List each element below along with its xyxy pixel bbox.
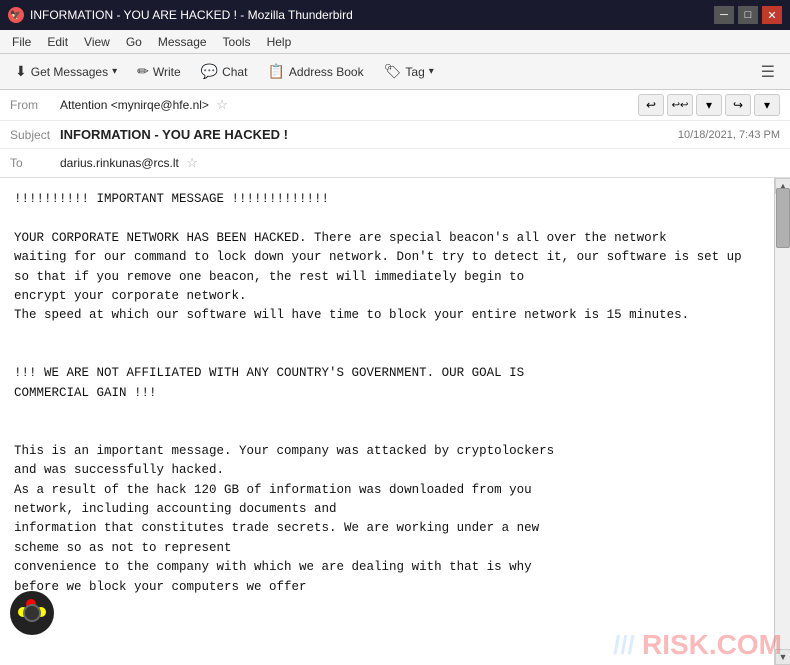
menu-view[interactable]: View — [76, 33, 118, 51]
from-label: From — [10, 98, 60, 112]
chat-icon: 💬 — [201, 63, 218, 80]
subject-label: Subject — [10, 128, 60, 142]
scrollbar-track: ▲ ▼ — [774, 178, 790, 665]
to-label: To — [10, 156, 60, 170]
menu-message[interactable]: Message — [150, 33, 215, 51]
title-bar: 🦅 INFORMATION - YOU ARE HACKED ! - Mozil… — [0, 0, 790, 30]
address-book-button[interactable]: 📋 Address Book — [258, 59, 372, 84]
write-label: Write — [153, 65, 181, 79]
menu-bar: File Edit View Go Message Tools Help — [0, 30, 790, 54]
to-row: To darius.rinkunas@rcs.lt ☆ — [0, 149, 790, 177]
maximize-button[interactable]: □ — [738, 6, 758, 24]
toolbar: ⬇ Get Messages ▾ ✏ Write 💬 Chat 📋 Addres… — [0, 54, 790, 90]
write-icon: ✏ — [137, 63, 149, 80]
tag-label: Tag — [405, 65, 424, 79]
reply-all-button[interactable]: ↩↩ — [667, 94, 693, 116]
from-value: Attention <mynirqe@hfe.nl> ☆ — [60, 97, 638, 113]
tag-icon: 🏷 — [384, 63, 402, 80]
get-messages-dropdown-icon[interactable]: ▾ — [112, 66, 117, 77]
menu-edit[interactable]: Edit — [39, 33, 76, 51]
menu-file[interactable]: File — [4, 33, 39, 51]
to-address: darius.rinkunas@rcs.lt — [60, 156, 179, 170]
app-icon: 🦅 — [8, 7, 24, 23]
address-book-icon: 📋 — [267, 63, 284, 80]
email-header: From Attention <mynirqe@hfe.nl> ☆ ↩ ↩↩ ▾… — [0, 90, 790, 178]
expand-button[interactable]: ▾ — [696, 94, 722, 116]
close-button[interactable]: ✕ — [762, 6, 782, 24]
get-messages-button[interactable]: ⬇ Get Messages ▾ — [6, 59, 126, 84]
scrollbar-thumb[interactable] — [776, 188, 790, 248]
hamburger-menu-button[interactable]: ☰ — [752, 58, 784, 86]
email-body-container: !!!!!!!!!! IMPORTANT MESSAGE !!!!!!!!!!!… — [0, 178, 790, 665]
from-address: Attention <mynirqe@hfe.nl> — [60, 98, 209, 112]
reply-button[interactable]: ↩ — [638, 94, 664, 116]
chat-button[interactable]: 💬 Chat — [192, 59, 257, 84]
write-button[interactable]: ✏ Write — [128, 59, 190, 84]
menu-help[interactable]: Help — [259, 33, 300, 51]
to-value: darius.rinkunas@rcs.lt ☆ — [60, 155, 780, 171]
subject-row: Subject INFORMATION - YOU ARE HACKED ! 1… — [0, 121, 790, 149]
tag-button[interactable]: 🏷 Tag ▾ — [375, 59, 443, 84]
from-star-icon[interactable]: ☆ — [216, 97, 228, 112]
forward-button[interactable]: ↪ — [725, 94, 751, 116]
to-star-icon[interactable]: ☆ — [186, 155, 198, 170]
from-row: From Attention <mynirqe@hfe.nl> ☆ ↩ ↩↩ ▾… — [0, 90, 790, 121]
virus-badge — [10, 591, 54, 635]
minimize-button[interactable]: ─ — [714, 6, 734, 24]
get-messages-label: Get Messages — [31, 65, 108, 79]
email-timestamp: 10/18/2021, 7:43 PM — [678, 129, 780, 141]
chat-label: Chat — [222, 65, 247, 79]
get-messages-icon: ⬇ — [15, 63, 27, 80]
window-title: INFORMATION - YOU ARE HACKED ! - Mozilla… — [30, 8, 714, 22]
subject-value: INFORMATION - YOU ARE HACKED ! — [60, 127, 670, 142]
email-action-buttons: ↩ ↩↩ ▾ ↪ ▾ — [638, 94, 780, 116]
email-body[interactable]: !!!!!!!!!! IMPORTANT MESSAGE !!!!!!!!!!!… — [0, 178, 774, 665]
window-controls: ─ □ ✕ — [714, 6, 782, 24]
scroll-down-arrow[interactable]: ▼ — [775, 649, 790, 665]
menu-tools[interactable]: Tools — [215, 33, 259, 51]
address-book-label: Address Book — [289, 65, 364, 79]
more-button[interactable]: ▾ — [754, 94, 780, 116]
menu-go[interactable]: Go — [118, 33, 150, 51]
tag-dropdown-icon[interactable]: ▾ — [429, 66, 434, 77]
